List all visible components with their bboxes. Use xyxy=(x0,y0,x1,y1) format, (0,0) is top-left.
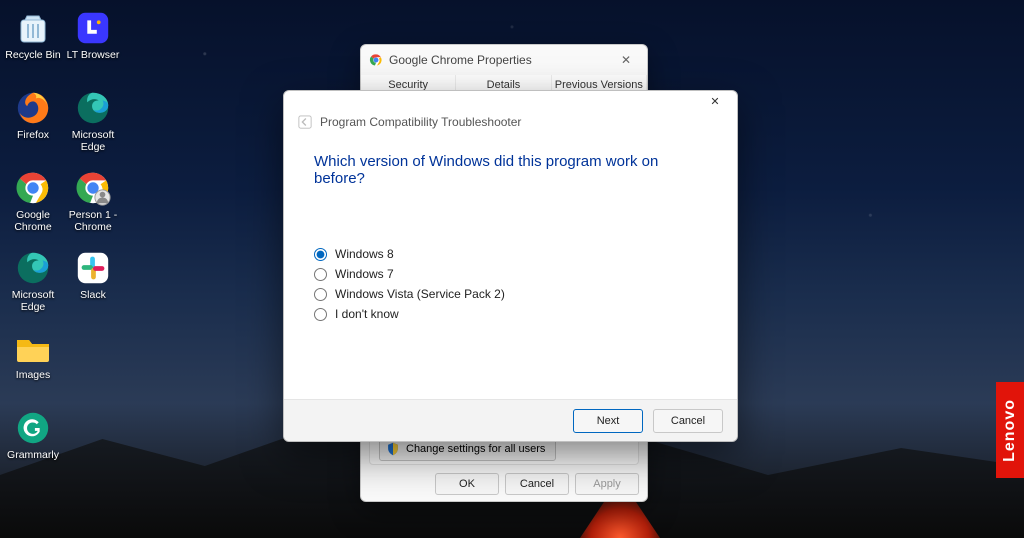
chrome-profile-icon xyxy=(73,168,113,208)
desktop-icon-images-folder[interactable]: Images xyxy=(4,324,62,402)
desktop-icon-slack[interactable]: Slack xyxy=(64,244,122,322)
desktop-icon-person1-chrome[interactable]: Person 1 - Chrome xyxy=(64,164,122,242)
troubleshooter-dialog[interactable]: ✕ Program Compatibility Troubleshooter W… xyxy=(283,90,738,442)
desktop-icon-label: Slack xyxy=(80,290,106,302)
close-icon[interactable]: ✕ xyxy=(613,53,639,67)
desktop-icon-lt-browser[interactable]: LT Browser xyxy=(64,4,122,82)
option-windows-vista-sp2[interactable]: Windows Vista (Service Pack 2) xyxy=(314,287,717,301)
desktop-icon-grammarly[interactable]: Grammarly xyxy=(4,404,62,482)
close-icon[interactable]: ✕ xyxy=(697,92,733,110)
troubleshooter-options: Windows 8 Windows 7 Windows Vista (Servi… xyxy=(284,197,737,321)
cancel-button[interactable]: Cancel xyxy=(505,473,569,495)
desktop-icon-label: Images xyxy=(16,370,50,382)
desktop-icon-recycle-bin[interactable]: Recycle Bin xyxy=(4,4,62,82)
troubleshooter-breadcrumb-text: Program Compatibility Troubleshooter xyxy=(320,115,521,129)
shield-icon xyxy=(386,442,400,456)
desktop-icon-edge-2[interactable]: Microsoft Edge xyxy=(4,244,62,322)
lenovo-badge-text: Lenovo xyxy=(1001,399,1019,462)
option-label: Windows 7 xyxy=(335,267,394,281)
desktop-icon-google-chrome[interactable]: Google Chrome xyxy=(4,164,62,242)
troubleshooter-breadcrumb: Program Compatibility Troubleshooter xyxy=(284,111,737,129)
desktop-icon-label: Person 1 - Chrome xyxy=(64,210,122,233)
desktop-icon-label: Firefox xyxy=(17,130,49,142)
grammarly-icon xyxy=(13,408,53,448)
desktop-icon-firefox[interactable]: Firefox xyxy=(4,84,62,162)
recycle-bin-icon xyxy=(13,8,53,48)
desktop-icon-label: Google Chrome xyxy=(4,210,62,233)
ok-button[interactable]: OK xyxy=(435,473,499,495)
chrome-icon xyxy=(13,168,53,208)
option-label: Windows Vista (Service Pack 2) xyxy=(335,287,505,301)
option-windows-7[interactable]: Windows 7 xyxy=(314,267,717,281)
desktop-icon-label: Recycle Bin xyxy=(5,50,60,62)
troubleshooter-heading: Which version of Windows did this progra… xyxy=(284,129,737,197)
desktop-icon-label: Microsoft Edge xyxy=(4,290,62,313)
properties-title-text: Google Chrome Properties xyxy=(389,53,532,67)
option-dont-know[interactable]: I don't know xyxy=(314,307,717,321)
radio-windows-7[interactable] xyxy=(314,268,327,281)
option-windows-8[interactable]: Windows 8 xyxy=(314,247,717,261)
slack-icon xyxy=(73,248,113,288)
desktop-icon-label: LT Browser xyxy=(67,50,120,62)
folder-icon xyxy=(13,328,53,368)
chrome-icon xyxy=(369,53,383,67)
lt-browser-icon xyxy=(73,8,113,48)
properties-titlebar[interactable]: Google Chrome Properties ✕ xyxy=(361,45,647,75)
radio-dont-know[interactable] xyxy=(314,308,327,321)
desktop-icon-label: Grammarly xyxy=(7,450,59,462)
firefox-icon xyxy=(13,88,53,128)
desktop-icon-label: Microsoft Edge xyxy=(64,130,122,153)
desktop: Recycle Bin Firefox Google Chrome Micros… xyxy=(0,0,126,538)
change-settings-label: Change settings for all users xyxy=(406,443,545,455)
edge-icon xyxy=(13,248,53,288)
apply-button[interactable]: Apply xyxy=(575,473,639,495)
desktop-icon-edge[interactable]: Microsoft Edge xyxy=(64,84,122,162)
troubleshooter-titlebar[interactable]: ✕ xyxy=(284,91,737,111)
cancel-button[interactable]: Cancel xyxy=(653,409,723,433)
edge-icon xyxy=(73,88,113,128)
radio-windows-vista-sp2[interactable] xyxy=(314,288,327,301)
back-arrow-icon xyxy=(298,115,312,129)
troubleshooter-footer: Next Cancel xyxy=(284,399,737,441)
radio-windows-8[interactable] xyxy=(314,248,327,261)
lenovo-badge: Lenovo xyxy=(996,382,1024,478)
properties-footer: OK Cancel Apply xyxy=(361,467,647,501)
next-button[interactable]: Next xyxy=(573,409,643,433)
option-label: Windows 8 xyxy=(335,247,394,261)
option-label: I don't know xyxy=(335,307,399,321)
